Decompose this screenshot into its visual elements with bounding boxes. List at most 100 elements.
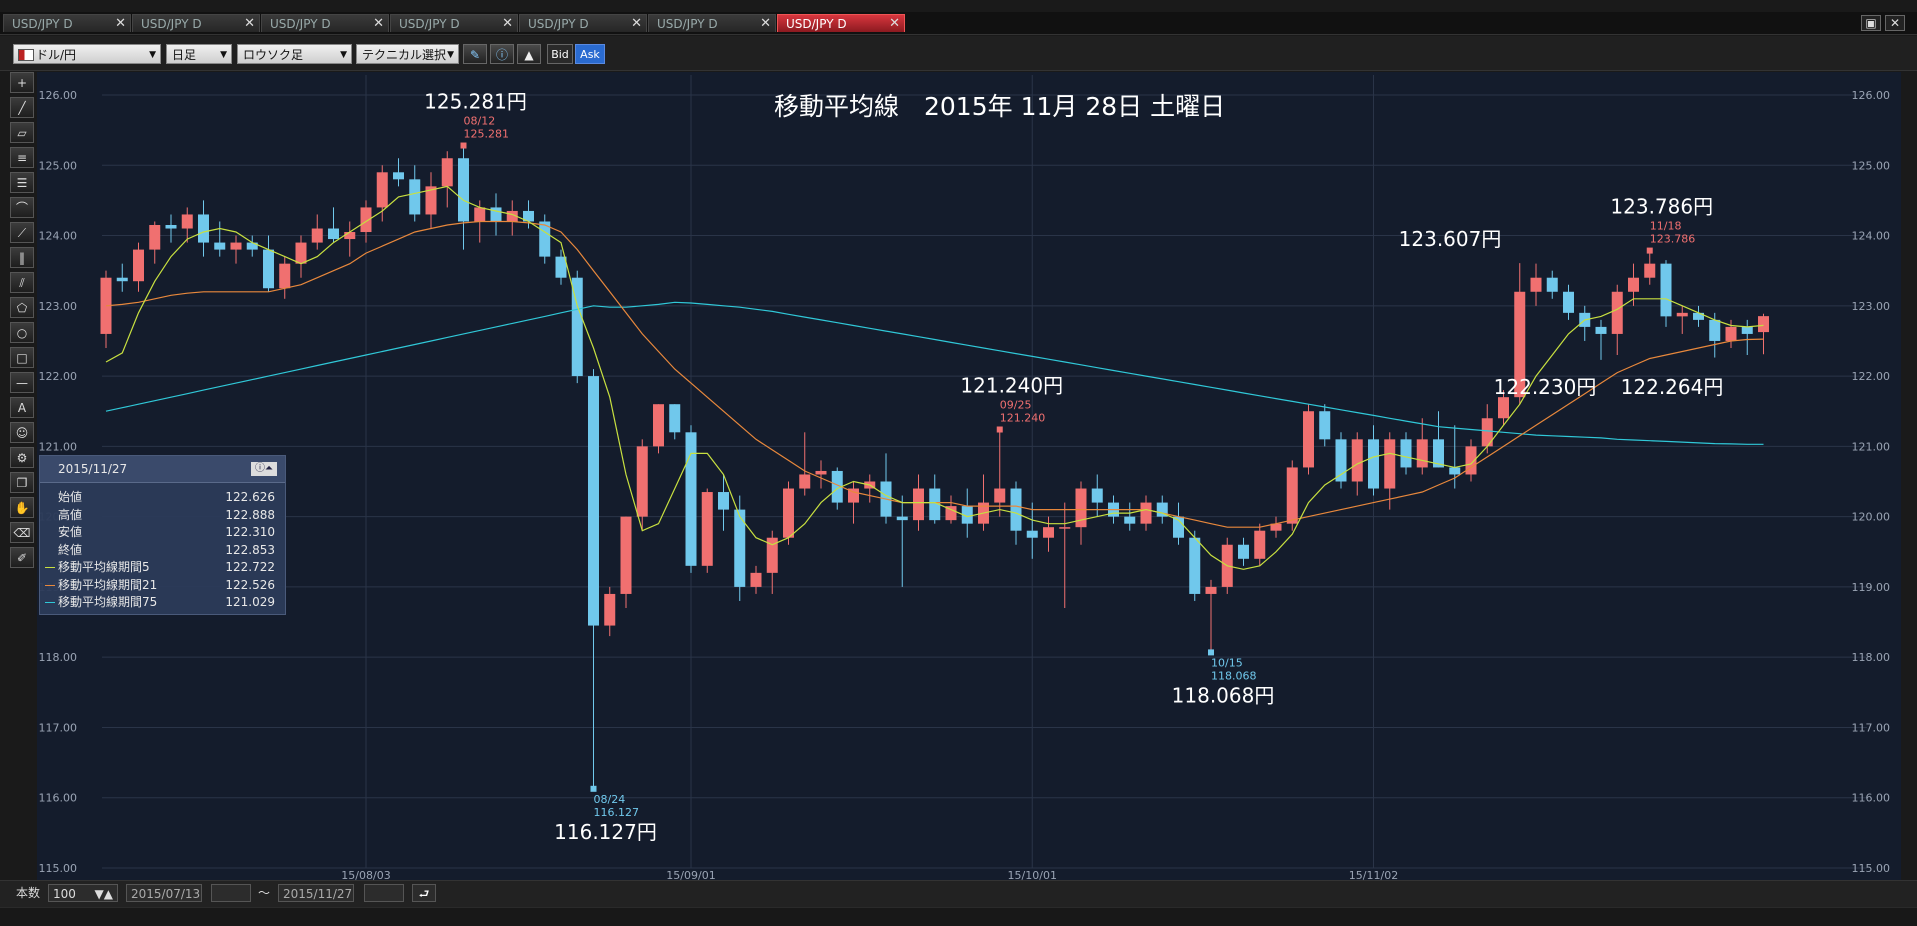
channel-icon[interactable]: ⫽ bbox=[10, 272, 34, 293]
y-tick-label-right: 117.00 bbox=[1852, 721, 1891, 734]
price-callout: 116.127円 bbox=[554, 820, 657, 844]
tab-close-icon[interactable]: ✕ bbox=[244, 15, 255, 33]
tab-label: USD/JPY D bbox=[141, 17, 202, 31]
ruler-icon[interactable]: ▱ bbox=[10, 122, 34, 143]
emoji-icon[interactable]: ☺ bbox=[10, 422, 34, 443]
y-tick-label-right: 125.00 bbox=[1852, 159, 1891, 172]
y-tick-label-left: 117.00 bbox=[39, 721, 78, 734]
count-input[interactable]: 100 ▼▲ bbox=[48, 884, 118, 902]
circle-icon[interactable]: ○ bbox=[10, 322, 34, 343]
candle-body bbox=[1254, 530, 1266, 559]
eraser-icon[interactable]: ⌫ bbox=[10, 522, 34, 543]
info-collapse-icon[interactable]: ⓘ⏶ bbox=[251, 462, 277, 476]
tab-3[interactable]: USD/JPY D ✕ bbox=[261, 14, 389, 32]
tab-4[interactable]: USD/JPY D ✕ bbox=[390, 14, 518, 32]
candle-body bbox=[344, 232, 356, 240]
tab-5[interactable]: USD/JPY D ✕ bbox=[519, 14, 647, 32]
date-from-input[interactable]: 2015/07/13 bbox=[126, 884, 202, 902]
pen-icon[interactable]: ✎ bbox=[463, 44, 487, 64]
info-row-value: 122.722 bbox=[225, 560, 275, 574]
tab-close-icon[interactable]: ✕ bbox=[760, 15, 771, 33]
info-row-label: 始値 bbox=[58, 490, 83, 504]
info-row-label: 移動平均線期間5 bbox=[58, 560, 150, 574]
hand-icon[interactable]: ✋ bbox=[10, 497, 34, 518]
reload-icon[interactable]: ⮐ bbox=[412, 884, 436, 902]
candle-body bbox=[1449, 467, 1461, 475]
tab-1[interactable]: USD/JPY D ✕ bbox=[3, 14, 131, 32]
fan-icon[interactable]: ⟋ bbox=[10, 222, 34, 243]
candle-body bbox=[913, 488, 924, 521]
candle-body bbox=[1676, 312, 1688, 317]
maximize-icon[interactable]: ▣ bbox=[1861, 15, 1881, 31]
area-chart-icon[interactable]: ▲ bbox=[517, 44, 541, 64]
time-to-input[interactable] bbox=[364, 884, 404, 902]
crosshair-icon[interactable]: + bbox=[10, 72, 34, 93]
info-date: 2015/11/27 bbox=[58, 462, 128, 476]
candlestick-chart[interactable]: 126.00 126.00 125.00 125.00 124.00 124.00 123.… bbox=[37, 72, 1901, 880]
info-icon[interactable]: ⓘ bbox=[490, 44, 514, 64]
trendline-icon[interactable]: ╱ bbox=[10, 97, 34, 118]
candle-body bbox=[1530, 277, 1542, 292]
y-tick-label-right: 115.00 bbox=[1852, 862, 1891, 875]
candle-body bbox=[1595, 326, 1607, 334]
window-controls: ▣ ✕ bbox=[1857, 15, 1905, 31]
candle-body bbox=[1741, 326, 1753, 334]
tab-close-icon[interactable]: ✕ bbox=[631, 15, 642, 33]
candle-body bbox=[441, 158, 453, 187]
tab-6[interactable]: USD/JPY D ✕ bbox=[648, 14, 776, 32]
hlines-icon[interactable]: ≡ bbox=[10, 147, 34, 168]
chevron-down-icon: ▼ bbox=[340, 50, 347, 60]
arc-icon[interactable]: ⌒ bbox=[10, 197, 34, 218]
x-tick-label: 15/11/02 bbox=[1349, 869, 1398, 880]
bid-button[interactable]: Bid bbox=[547, 44, 573, 64]
tab-label: USD/JPY D bbox=[786, 17, 847, 31]
info-row-value: 122.310 bbox=[225, 525, 275, 539]
copy-icon[interactable]: ❐ bbox=[10, 472, 34, 493]
info-row: 安値 122.310 bbox=[40, 524, 285, 542]
eraser-all-icon[interactable]: ✐ bbox=[10, 547, 34, 568]
vlines-icon[interactable]: ‖ bbox=[10, 247, 34, 268]
tab-close-icon[interactable]: ✕ bbox=[502, 15, 513, 33]
tab-7[interactable]: USD/JPY D ✕ bbox=[777, 14, 905, 32]
tab-close-icon[interactable]: ✕ bbox=[889, 15, 900, 33]
text-icon[interactable]: A bbox=[10, 397, 34, 418]
candle-body bbox=[783, 488, 794, 538]
period-select[interactable]: 日足 ▼ bbox=[166, 44, 232, 64]
settings-icon[interactable]: ⚙ bbox=[10, 447, 34, 468]
y-tick-label-right: 124.00 bbox=[1852, 230, 1891, 243]
technical-select[interactable]: テクニカル選択 ▼ bbox=[356, 44, 459, 64]
price-callout: 125.281円 bbox=[424, 90, 527, 114]
y-tick-label-left: 121.00 bbox=[39, 440, 78, 453]
count-value: 100 bbox=[53, 887, 76, 901]
candle-body bbox=[311, 228, 323, 243]
candle-body bbox=[1725, 326, 1737, 341]
candle-body bbox=[1059, 527, 1071, 529]
tab-close-icon[interactable]: ✕ bbox=[115, 15, 126, 33]
tab-close-icon[interactable]: ✕ bbox=[373, 15, 384, 33]
rectangle-icon[interactable]: □ bbox=[10, 347, 34, 368]
chart-area[interactable]: 126.00 126.00 125.00 125.00 124.00 124.00 123.… bbox=[37, 72, 1901, 880]
chart-title: 移動平均線 2015年 11月 28日 土曜日 bbox=[774, 92, 1225, 121]
candle-body bbox=[653, 404, 664, 447]
pentagon-icon[interactable]: ⬠ bbox=[10, 297, 34, 318]
stepper-icon[interactable]: ▼▲ bbox=[95, 885, 113, 903]
candle-body bbox=[263, 249, 274, 289]
currency-select[interactable]: ドル/円 ▼ bbox=[13, 44, 161, 64]
info-row-value: 122.888 bbox=[225, 507, 275, 522]
date-to-input[interactable]: 2015/11/27 bbox=[278, 884, 354, 902]
candle-body bbox=[133, 249, 144, 282]
chart-type-select[interactable]: ロウソク足 ▼ bbox=[237, 44, 352, 64]
candle-body bbox=[1660, 263, 1672, 317]
ask-button[interactable]: Ask bbox=[575, 44, 605, 64]
candle-body bbox=[149, 225, 161, 250]
tab-2[interactable]: USD/JPY D ✕ bbox=[132, 14, 260, 32]
hline-icon[interactable]: — bbox=[10, 372, 34, 393]
y-tick-label-right: 122.00 bbox=[1852, 370, 1891, 383]
info-panel-header: 2015/11/27 ⓘ⏶ bbox=[40, 456, 285, 483]
candle-body bbox=[1189, 537, 1201, 594]
time-from-input[interactable] bbox=[211, 884, 251, 902]
fibonacci-icon[interactable]: ☰ bbox=[10, 172, 34, 193]
close-window-icon[interactable]: ✕ bbox=[1885, 15, 1905, 31]
price-callout: 122.264円 bbox=[1621, 375, 1724, 399]
legend-line-icon bbox=[45, 602, 55, 603]
